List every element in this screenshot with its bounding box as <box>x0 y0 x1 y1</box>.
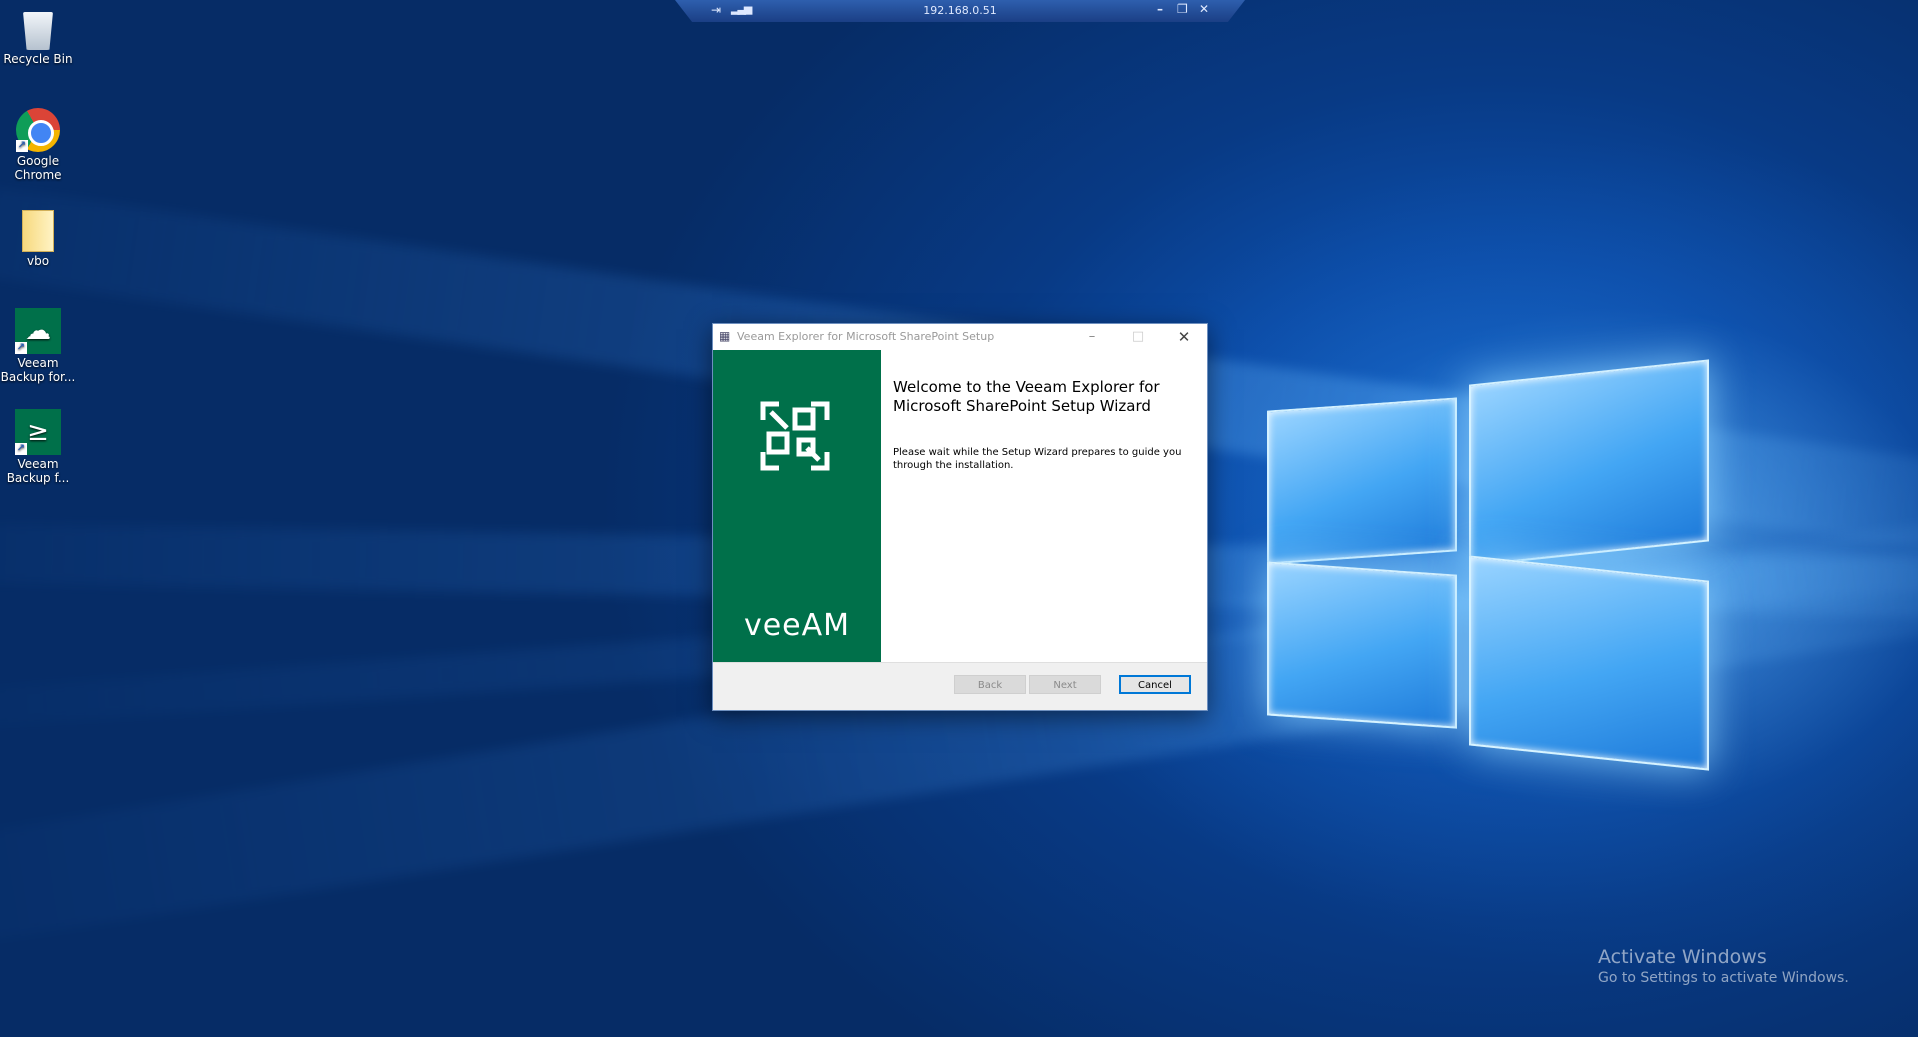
back-button[interactable]: Back <box>954 675 1026 694</box>
window-titlebar[interactable]: ▦ Veeam Explorer for Microsoft SharePoin… <box>713 324 1207 350</box>
wizard-description: Please wait while the Setup Wizard prepa… <box>893 447 1182 471</box>
desktop-icon-google-chrome[interactable]: ↗ Google Chrome <box>0 108 76 182</box>
shortcut-arrow-icon: ↗ <box>15 443 27 455</box>
welcome-content: Welcome to the Veeam Explorer for Micros… <box>881 350 1207 662</box>
window-title: Veeam Explorer for Microsoft SharePoint … <box>737 330 995 343</box>
desktop-icon-label: Veeam Backup f... <box>6 457 70 485</box>
windows-logo-pane <box>1469 359 1709 567</box>
recycle-bin-icon <box>23 12 53 50</box>
setup-wizard-window: ▦ Veeam Explorer for Microsoft SharePoin… <box>712 323 1208 711</box>
cancel-button[interactable]: Cancel <box>1119 675 1191 694</box>
veeam-wordmark: veeAM <box>743 608 851 643</box>
maximize-button: □ <box>1131 329 1145 344</box>
windows-logo-pane <box>1267 397 1457 564</box>
desktop-icon-veeam-backup[interactable]: ☁ ↗ Veeam Backup for... <box>0 308 76 384</box>
minimize-remote-button[interactable]: – <box>1157 2 1163 16</box>
shortcut-arrow-icon: ↗ <box>16 140 28 152</box>
wizard-heading: Welcome to the Veeam Explorer for Micros… <box>893 378 1160 415</box>
remote-connection-bar: ⇥ ▂▃▅ 192.168.0.51 – ❐ ✕ <box>675 0 1245 22</box>
desktop-icon-label: Recycle Bin <box>3 52 73 66</box>
restore-remote-button[interactable]: ❐ <box>1177 2 1188 16</box>
activate-subtitle: Go to Settings to activate Windows. <box>1598 970 1849 986</box>
veeam-powershell-icon: ≥ ↗ <box>15 409 61 455</box>
next-button[interactable]: Next <box>1029 675 1101 694</box>
close-remote-button[interactable]: ✕ <box>1199 2 1209 16</box>
brand-panel: veeAM <box>713 350 881 662</box>
desktop-icon-recycle-bin[interactable]: Recycle Bin <box>0 6 76 66</box>
desktop-icon-label: Veeam Backup for... <box>0 356 76 384</box>
close-button[interactable]: ✕ <box>1161 324 1207 350</box>
desktop-icon-vbo[interactable]: vbo <box>0 210 76 268</box>
windows-logo-pane <box>1469 555 1709 771</box>
wizard-button-bar: Back Next Cancel <box>713 662 1207 710</box>
activate-windows-watermark: Activate Windows Go to Settings to activ… <box>1598 945 1849 987</box>
veeam-backup-icon: ☁ ↗ <box>15 308 61 354</box>
desktop-icon-label: vbo <box>26 254 50 268</box>
installer-icon: ▦ <box>719 329 731 343</box>
desktop: ⇥ ▂▃▅ 192.168.0.51 – ❐ ✕ Recycle Bin ↗ G… <box>0 0 1918 1037</box>
activate-title: Activate Windows <box>1598 946 1767 968</box>
folder-icon <box>22 210 54 252</box>
desktop-icon-veeam-powershell[interactable]: ≥ ↗ Veeam Backup f... <box>0 409 76 485</box>
chrome-icon: ↗ <box>16 108 60 152</box>
veeam-logo-icon <box>760 401 830 471</box>
desktop-icon-label: Google Chrome <box>14 154 62 182</box>
shortcut-arrow-icon: ↗ <box>15 342 27 354</box>
minimize-button[interactable]: – <box>1069 324 1115 350</box>
windows-logo-pane <box>1267 561 1457 729</box>
